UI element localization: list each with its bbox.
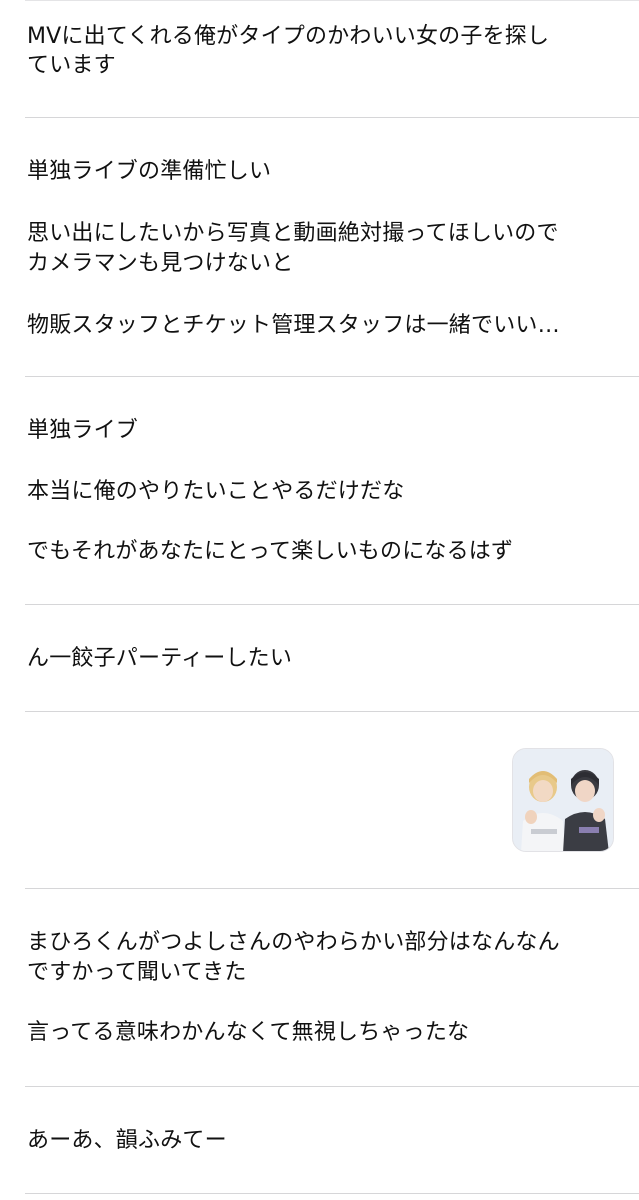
note-divider: [25, 888, 639, 889]
note-text-line: MVに出てくれる俺がタイプのかわいい女の子を探し: [27, 24, 550, 49]
note-text-line: 単独ライブ: [27, 418, 139, 443]
note-divider: [25, 604, 639, 605]
note-text-line: あーあ、韻ふみてー: [27, 1128, 227, 1153]
note-text-line: 言ってる意味わかんなくて無視しちゃったな: [27, 1020, 470, 1045]
photo-thumbnail[interactable]: [512, 748, 614, 852]
note-text-line: でもそれがあなたにとって楽しいものになるはず: [27, 539, 514, 564]
note-text-line: カメラマンも見つけないと: [27, 251, 294, 276]
note-divider: [25, 376, 639, 377]
note-text-line: ですかって聞いてきた: [27, 960, 247, 985]
note-text-line: まひろくんがつよしさんのやわらかい部分はなんなん: [27, 930, 560, 955]
note-text-line: ん一餃子パーティーしたい: [27, 646, 293, 671]
note-text-line: 本当に俺のやりたいことやるだけだな: [27, 479, 405, 504]
note-text-line: 思い出にしたいから写真と動画絶対撮ってほしいので: [27, 221, 559, 246]
top-divider: [25, 0, 639, 1]
note-text-line: 物販スタッフとチケット管理スタッフは一緒でいい…: [27, 313, 560, 338]
note-divider: [25, 1193, 639, 1194]
note-text-line: ています: [27, 53, 116, 78]
note-divider: [25, 117, 639, 118]
note-divider: [25, 1086, 639, 1087]
photo-image: [513, 749, 613, 851]
note-divider: [25, 711, 639, 712]
note-text-line: 単独ライブの準備忙しい: [27, 159, 272, 184]
